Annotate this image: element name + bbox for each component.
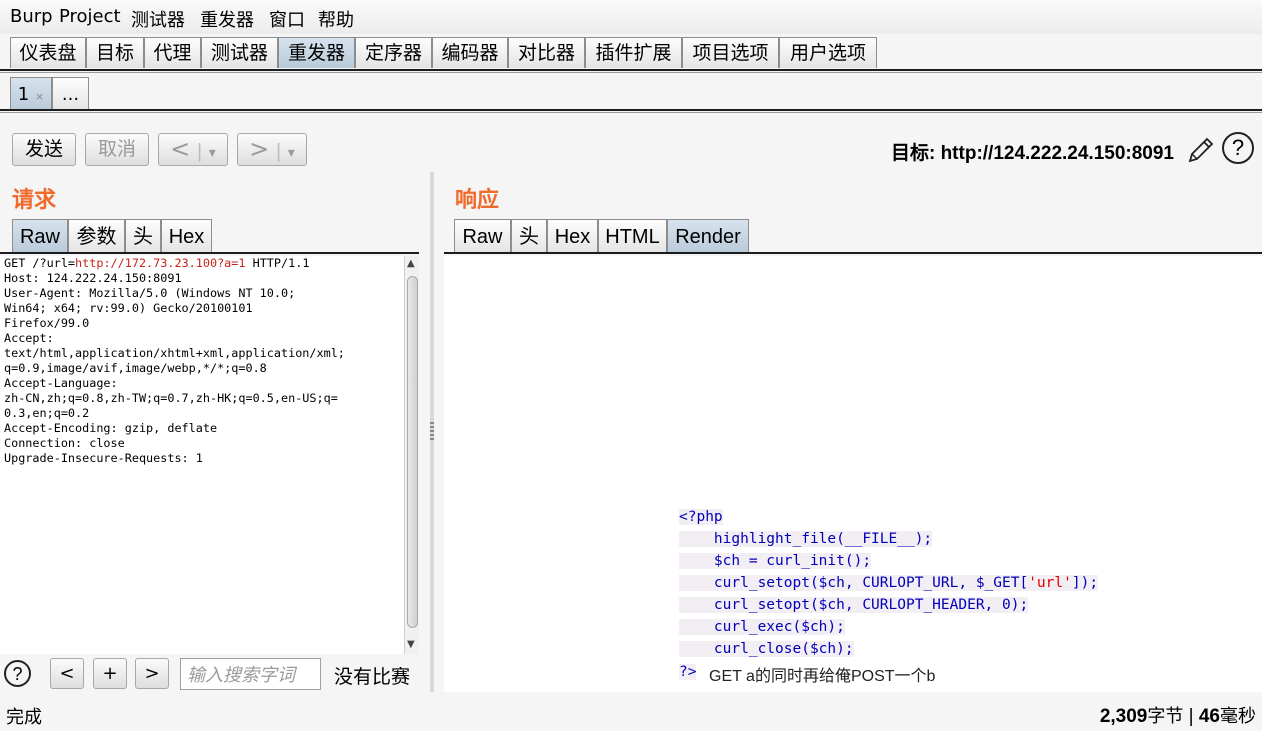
tab-user-options[interactable]: 用户选项 (779, 37, 877, 68)
chevron-down-icon[interactable]: ▾ (288, 145, 295, 161)
code-line: curl_close($ch); (679, 641, 854, 657)
request-header-line: Connection: close (4, 436, 125, 450)
php-close-tag: ?> (679, 664, 697, 680)
help-icon[interactable]: ? (4, 660, 31, 687)
close-icon[interactable]: × (35, 90, 44, 103)
subtabs-divider-2 (0, 112, 1262, 113)
main-tabs-divider (0, 69, 1262, 71)
menu-intruder[interactable]: 测试器 (131, 6, 185, 32)
repeater-tab-1[interactable]: 1 × (10, 77, 52, 110)
menu-help[interactable]: 帮助 (318, 6, 354, 32)
back-button[interactable]: < | ▾ (158, 133, 228, 166)
request-header-line: Win64; x64; rv:99.0) Gecko/20100101 (4, 301, 253, 315)
request-scrollbar[interactable]: ▲ ▼ (404, 256, 419, 654)
time-unit: 毫秒 (1220, 706, 1256, 727)
request-header-line: 0.3,en;q=0.2 (4, 406, 90, 420)
repeater-tab-1-label: 1 (17, 84, 30, 105)
search-next-button[interactable]: > (135, 658, 169, 689)
request-header-line: Accept: (4, 331, 54, 345)
chevron-down-icon[interactable]: ▾ (209, 145, 216, 161)
response-tab-headers[interactable]: 头 (511, 219, 547, 253)
response-render-view (444, 256, 1262, 692)
target-url: http://124.222.24.150:8091 (940, 143, 1174, 164)
tab-decoder[interactable]: 编码器 (432, 37, 508, 68)
request-tab-hex[interactable]: Hex (161, 219, 212, 253)
scroll-down-icon[interactable]: ▼ (407, 639, 415, 650)
menu-repeater[interactable]: 重发器 (200, 6, 254, 32)
response-tab-raw[interactable]: Raw (454, 219, 511, 253)
stats-separator: | (1183, 706, 1199, 727)
php-open-tag: <?php (679, 509, 723, 525)
search-box (180, 658, 321, 690)
code-line: curl_setopt($ch, CURLOPT_HEADER, 0); (679, 597, 1029, 613)
scrollbar-thumb[interactable] (407, 276, 418, 628)
request-tabs-divider (0, 252, 419, 254)
response-tab-render[interactable]: Render (667, 219, 749, 253)
response-tab-html[interactable]: HTML (598, 219, 667, 253)
forward-button[interactable]: > | ▾ (237, 133, 307, 166)
request-title: 请求 (12, 187, 57, 213)
target-label: 目标: http://124.222.24.150:8091 (891, 138, 1174, 165)
search-prev-button[interactable]: < (50, 658, 84, 689)
menu-project[interactable]: Project (59, 6, 121, 27)
target-prefix: 目标: (890, 143, 941, 164)
code-line: highlight_file(__FILE__); (679, 531, 933, 547)
cancel-button[interactable]: 取消 (85, 133, 149, 166)
tab-target[interactable]: 目标 (86, 37, 144, 68)
tab-comparer[interactable]: 对比器 (508, 37, 585, 68)
search-input[interactable] (185, 660, 321, 690)
status-text: 完成 (6, 707, 42, 728)
response-tabs-divider (444, 252, 1262, 254)
response-stats: 2,309字节 | 46毫秒 (1100, 702, 1256, 728)
request-header-line: zh-CN,zh;q=0.8,zh-TW;q=0.7,zh-HK;q=0.5,e… (4, 391, 338, 405)
main-tabs-divider-2 (0, 72, 1262, 73)
menu-burp[interactable]: Burp (10, 6, 53, 27)
time-value: 46 (1198, 706, 1220, 727)
request-header-line: Firefox/99.0 (4, 316, 90, 330)
request-editor[interactable]: GET /?url=http://172.73.23.100?a=1 HTTP/… (0, 256, 404, 654)
byte-unit: 字节 (1147, 706, 1184, 727)
request-header-line: text/html,application/xhtml+xml,applicat… (4, 346, 345, 360)
pencil-icon[interactable] (1185, 134, 1217, 166)
back-arrow-icon: < (170, 135, 191, 163)
tab-intruder[interactable]: 测试器 (201, 37, 278, 68)
request-tab-raw[interactable]: Raw (12, 219, 68, 253)
tab-dashboard[interactable]: 仪表盘 (10, 37, 86, 68)
response-tab-hex[interactable]: Hex (547, 219, 598, 253)
send-button[interactable]: 发送 (12, 133, 76, 166)
tab-project-options[interactable]: 项目选项 (682, 37, 779, 68)
request-header-line: Upgrade-Insecure-Requests: 1 (4, 451, 203, 465)
repeater-tab-more[interactable]: ... (52, 77, 89, 110)
request-header-line: User-Agent: Mozilla/5.0 (Windows NT 10.0… (4, 286, 296, 300)
menu-bar: Burp Project 测试器 重发器 窗口 帮助 (0, 0, 1262, 34)
request-line: GET /?url=http://172.73.23.100?a=1 HTTP/… (4, 256, 310, 270)
search-result: 没有比赛 (334, 666, 411, 688)
request-url: http://172.73.23.100?a=1 (75, 256, 246, 270)
code-line: curl_exec($ch); (679, 619, 845, 635)
request-header-line: Accept-Language: (4, 376, 118, 390)
forward-arrow-icon: > (249, 135, 270, 163)
code-line: curl_setopt($ch, CURLOPT_URL, $_GET['url… (679, 575, 1099, 591)
request-header-line: Host: 124.222.24.150:8091 (4, 271, 182, 285)
response-text: GET a的同时再给俺POST一个b (709, 668, 936, 685)
request-header-line: Accept-Encoding: gzip, deflate (4, 421, 218, 435)
request-tab-headers[interactable]: 头 (125, 219, 161, 253)
byte-count: 2,309 (1099, 706, 1148, 727)
subtabs-divider (0, 109, 1262, 111)
request-tab-params[interactable]: 参数 (68, 219, 125, 253)
search-options-button[interactable]: + (93, 658, 127, 689)
code-line: $ch = curl_init(); (679, 553, 872, 569)
tab-extender[interactable]: 插件扩展 (585, 37, 682, 68)
tab-repeater[interactable]: 重发器 (278, 37, 355, 68)
menu-window[interactable]: 窗口 (269, 6, 305, 32)
splitter-grip[interactable] (430, 422, 434, 440)
scroll-up-icon[interactable]: ▲ (407, 258, 415, 269)
response-title: 响应 (455, 187, 500, 213)
tab-sequencer[interactable]: 定序器 (355, 37, 432, 68)
help-icon[interactable]: ? (1222, 132, 1254, 164)
request-header-line: q=0.9,image/avif,image/webp,*/*;q=0.8 (4, 361, 267, 375)
tab-proxy[interactable]: 代理 (144, 37, 201, 68)
